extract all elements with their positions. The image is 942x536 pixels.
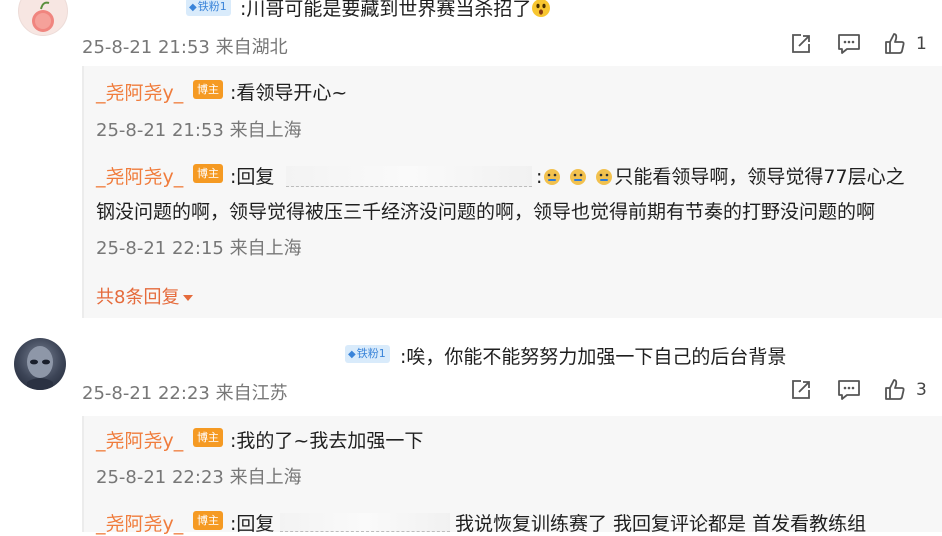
reply-username[interactable]: _尧阿尧y_ xyxy=(96,162,183,189)
avatar[interactable] xyxy=(14,338,66,390)
location: 来自上海 xyxy=(229,238,302,259)
timestamp: 25-8-21 21:53 xyxy=(82,37,210,58)
comment-meta: 25-8-21 21:53 来自湖北 xyxy=(82,33,288,59)
reply-thread-1 xyxy=(82,66,942,318)
reply-text: :我的了~我去加强一下 xyxy=(230,430,424,452)
like-count: 3 xyxy=(916,380,927,400)
reply-text-line2: 钢没问题的啊，领导觉得被压三千经济没问题的啊，领导也觉得前期有节奏的打野没问题的… xyxy=(96,201,876,223)
alien-avatar-icon xyxy=(27,346,53,390)
comment-text: :川哥可能是要藏到世界赛当杀招了 xyxy=(240,0,551,21)
host-badge: 博主 xyxy=(193,164,223,183)
caret-down-icon xyxy=(183,295,194,301)
share-icon[interactable] xyxy=(788,377,814,403)
timestamp: 25-8-21 21:53 xyxy=(96,120,224,141)
thumbs-up-icon[interactable] xyxy=(882,31,908,57)
fan-badge: ◆铁粉1 xyxy=(345,345,390,363)
share-icon[interactable] xyxy=(788,31,814,57)
reply-text: :看领导开心~ xyxy=(230,82,348,104)
redacted-username xyxy=(286,166,532,187)
reply-username[interactable]: _尧阿尧y_ xyxy=(96,78,183,105)
doge-emoji-icon xyxy=(596,169,613,185)
more-replies-link[interactable]: 共8条回复 xyxy=(96,283,194,309)
avatar[interactable] xyxy=(18,0,68,36)
location: 来自上海 xyxy=(229,120,302,141)
comment-icon[interactable] xyxy=(836,31,862,57)
location: 来自湖北 xyxy=(215,37,288,58)
fan-badge-label: 铁粉1 xyxy=(197,0,227,13)
doge-emoji-icon xyxy=(570,169,587,185)
comment-text: :唉，你能不能努努力加强一下自己的后台背景 xyxy=(400,346,787,368)
reply-text-line1: : 只能看领导啊，领导觉得77层心之 xyxy=(536,162,905,189)
timestamp: 25-8-21 22:23 xyxy=(96,467,224,488)
timestamp: 25-8-21 22:23 xyxy=(82,383,210,404)
thumbs-up-icon[interactable] xyxy=(882,377,908,403)
redacted-username xyxy=(280,513,450,532)
host-badge: 博主 xyxy=(193,80,223,99)
comment-icon[interactable] xyxy=(836,377,862,403)
host-badge: 博主 xyxy=(193,428,223,447)
reply-meta: 25-8-21 22:15 来自上海 xyxy=(96,234,302,260)
diamond-icon: ◆ xyxy=(348,349,356,360)
location: 来自江苏 xyxy=(215,383,288,404)
location: 来自上海 xyxy=(229,467,302,488)
reply-username[interactable]: _尧阿尧y_ xyxy=(96,426,183,453)
astonished-emoji-icon xyxy=(532,0,551,17)
comment-meta: 25-8-21 22:23 来自江苏 xyxy=(82,379,288,405)
host-badge: 博主 xyxy=(193,511,223,530)
reply-meta: 25-8-21 22:23 来自上海 xyxy=(96,463,302,489)
doge-emoji-icon xyxy=(544,169,561,185)
peach-avatar-icon xyxy=(32,1,54,32)
fan-badge-label: 铁粉1 xyxy=(356,347,386,360)
more-replies-label: 共8条回复 xyxy=(96,287,180,308)
comment-body: :川哥可能是要藏到世界赛当杀招了 xyxy=(240,0,532,20)
reply-prefix: :回复 xyxy=(230,166,275,188)
fan-badge: ◆铁粉1 xyxy=(186,0,231,16)
timestamp: 25-8-21 22:15 xyxy=(96,238,224,259)
reply-body: 只能看领导啊，领导觉得77层心之 xyxy=(614,166,905,188)
diamond-icon: ◆ xyxy=(189,2,197,13)
reply-meta: 25-8-21 21:53 来自上海 xyxy=(96,116,302,142)
like-count: 1 xyxy=(916,34,927,54)
